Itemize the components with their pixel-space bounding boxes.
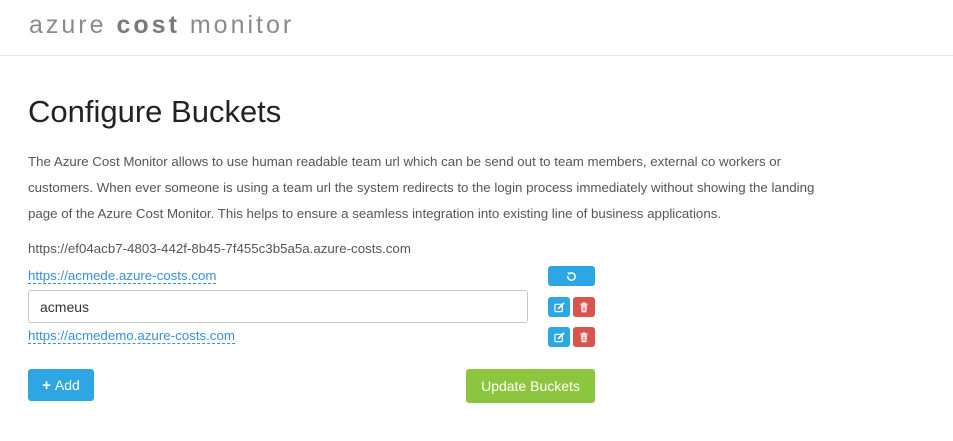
bucket-url-link[interactable]: https://acmede.azure-costs.com <box>28 268 217 284</box>
default-team-url: https://ef04acb7-4803-442f-8b45-7f455c3b… <box>28 241 411 256</box>
bucket-name-input[interactable] <box>28 290 528 323</box>
brand-word-cost: cost <box>116 11 180 39</box>
brand-word-azure: azure <box>29 11 107 39</box>
update-buckets-button[interactable]: Update Buckets <box>466 369 595 403</box>
add-bucket-label: Add <box>54 377 80 393</box>
app-logo[interactable]: azure cost monitor <box>29 11 294 40</box>
trash-icon <box>579 331 589 343</box>
reset-bucket-button[interactable] <box>548 266 595 286</box>
edit-bucket-button[interactable] <box>548 327 570 347</box>
delete-bucket-button[interactable] <box>573 297 595 317</box>
brand-word-monitor: monitor <box>189 11 295 39</box>
reset-icon <box>566 271 577 282</box>
edit-bucket-button[interactable] <box>548 297 570 317</box>
page-description: The Azure Cost Monitor allows to use hum… <box>28 154 815 221</box>
add-bucket-button[interactable]: + Add <box>28 369 94 401</box>
edit-icon <box>553 302 565 313</box>
bucket-url-link[interactable]: https://acmedemo.azure-costs.com <box>28 328 235 344</box>
trash-icon <box>579 301 589 313</box>
delete-bucket-button[interactable] <box>573 327 595 347</box>
top-bar: azure cost monitor <box>0 0 953 56</box>
plus-icon: + <box>42 376 51 394</box>
edit-icon <box>553 332 565 343</box>
page-title: Configure Buckets <box>28 94 282 129</box>
